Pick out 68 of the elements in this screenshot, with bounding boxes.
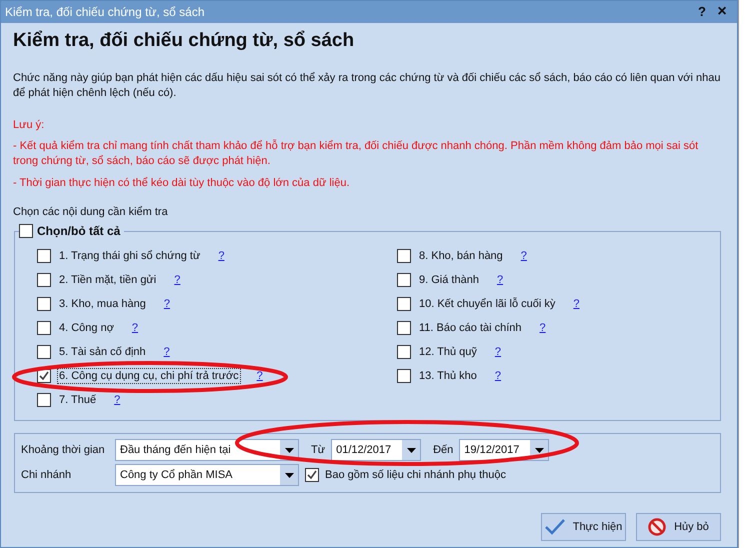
help-link[interactable]: ? bbox=[174, 273, 180, 287]
checkbox[interactable] bbox=[37, 273, 51, 287]
section-label: Chọn các nội dung cần kiểm tra bbox=[13, 206, 169, 219]
checkbox[interactable] bbox=[397, 297, 411, 311]
caret-icon bbox=[534, 448, 544, 452]
field-label: Từ bbox=[311, 442, 326, 458]
check-option-label: 4. Công nợ bbox=[58, 321, 115, 336]
field-label: Đến bbox=[433, 442, 454, 458]
checkbox[interactable] bbox=[37, 249, 51, 263]
checkbox[interactable] bbox=[397, 369, 411, 383]
checkbox[interactable] bbox=[397, 249, 411, 263]
checkbox[interactable] bbox=[37, 345, 51, 359]
dropdown-arrow-button[interactable] bbox=[402, 440, 420, 460]
branch-dropdown[interactable]: Công ty Cổ phần MISA bbox=[115, 464, 299, 486]
close-button[interactable]: × bbox=[711, 4, 733, 20]
select-all-checkbox[interactable] bbox=[19, 224, 33, 238]
checkbox[interactable] bbox=[37, 297, 51, 311]
help-link[interactable]: ? bbox=[573, 297, 580, 311]
check-option-label: 3. Kho, mua hàng bbox=[58, 297, 147, 312]
checkbox[interactable] bbox=[37, 321, 51, 335]
check-option-label: 6. Công cụ dụng cụ, chi phí trả trước bbox=[57, 368, 241, 384]
help-link[interactable]: ? bbox=[114, 393, 120, 407]
check-option-label: 12. Thủ quỹ bbox=[418, 345, 478, 360]
check-option-label: 5. Tài sản cố định bbox=[58, 345, 147, 360]
dialog-heading: Kiểm tra, đối chiếu chứng từ, sổ sách bbox=[13, 29, 356, 53]
checkbox[interactable] bbox=[397, 345, 411, 359]
help-link[interactable]: ? bbox=[256, 369, 263, 383]
field-label: Chi nhánh bbox=[21, 468, 72, 483]
window-title: Kiểm tra, đối chiếu chứng từ, sổ sách bbox=[5, 4, 206, 21]
checkbox-label: Bao gồm số liệu chi nhánh phụ thuộc bbox=[325, 468, 506, 483]
check-option-label: 9. Giá thành bbox=[418, 273, 480, 288]
check-option-label: 11. Báo cáo tài chính bbox=[418, 321, 523, 336]
note-label: Lưu ý: bbox=[13, 119, 46, 132]
help-link[interactable]: ? bbox=[496, 273, 504, 287]
cancel-icon bbox=[648, 518, 666, 536]
help-link[interactable]: ? bbox=[218, 249, 224, 263]
note-text: - Kết quả kiểm tra chỉ mang tính chất tham khảo để hỗ trợ bạn kiểm tra, đối chiếu được nhanh chóng. Phần mềm không đảm bảo mọi sai sót trong chứng từ, sổ sách, báo cáo sẽ được phát hiện. bbox=[13, 139, 700, 169]
check-icon bbox=[544, 519, 565, 535]
help-link[interactable]: ? bbox=[164, 345, 170, 359]
help-link[interactable]: ? bbox=[132, 321, 138, 335]
check-option-label: 2. Tiền mặt, tiền gửi bbox=[58, 273, 158, 288]
execute-button[interactable]: Thực hiện bbox=[541, 513, 626, 541]
help-link[interactable]: ? bbox=[164, 297, 170, 311]
caret-icon bbox=[284, 448, 294, 452]
check-option-label: 7. Thuế bbox=[58, 393, 98, 408]
caret-icon bbox=[406, 448, 416, 452]
help-button[interactable]: ? bbox=[693, 2, 711, 22]
help-link[interactable]: ? bbox=[494, 345, 502, 359]
help-link[interactable]: ? bbox=[494, 369, 502, 383]
note-text: - Thời gian thực hiện có thể kéo dài tùy thuộc vào độ lớn của dữ liệu. bbox=[13, 176, 351, 191]
period-dropdown[interactable]: Đầu tháng đến hiện tại bbox=[115, 439, 299, 461]
field-label: Khoảng thời gian bbox=[21, 442, 106, 458]
checkbox[interactable] bbox=[397, 321, 411, 335]
description-text: Chức năng này giúp bạn phát hiện các dấu hiệu sai sót có thể xảy ra trong các chứng từ và đối chiếu các sổ sách, báo cáo có liên quan với nhau để phát hiện chênh lệch (nếu có). bbox=[13, 71, 722, 101]
help-link[interactable]: ? bbox=[540, 321, 546, 335]
cancel-button[interactable]: Hủy bỏ bbox=[636, 513, 721, 541]
date-field[interactable]: 01/12/2017 bbox=[331, 439, 422, 461]
caret-icon bbox=[284, 472, 294, 478]
check-option-label: 13. Thủ kho bbox=[418, 369, 478, 384]
check-option-label: 8. Kho, bán hàng bbox=[418, 249, 504, 264]
check-option-label: 1. Trạng thái ghi sổ chứng từ bbox=[58, 249, 202, 264]
checkbox[interactable] bbox=[397, 273, 411, 287]
check-option-label: 10. Kết chuyển lãi lỗ cuối kỳ bbox=[418, 296, 556, 312]
checkbox[interactable] bbox=[305, 468, 319, 482]
select-all-label: Chọn/bỏ tất cả bbox=[37, 224, 120, 238]
help-link[interactable]: ? bbox=[520, 249, 527, 263]
checkbox[interactable] bbox=[37, 393, 51, 407]
dropdown-arrow-button[interactable] bbox=[280, 465, 298, 485]
